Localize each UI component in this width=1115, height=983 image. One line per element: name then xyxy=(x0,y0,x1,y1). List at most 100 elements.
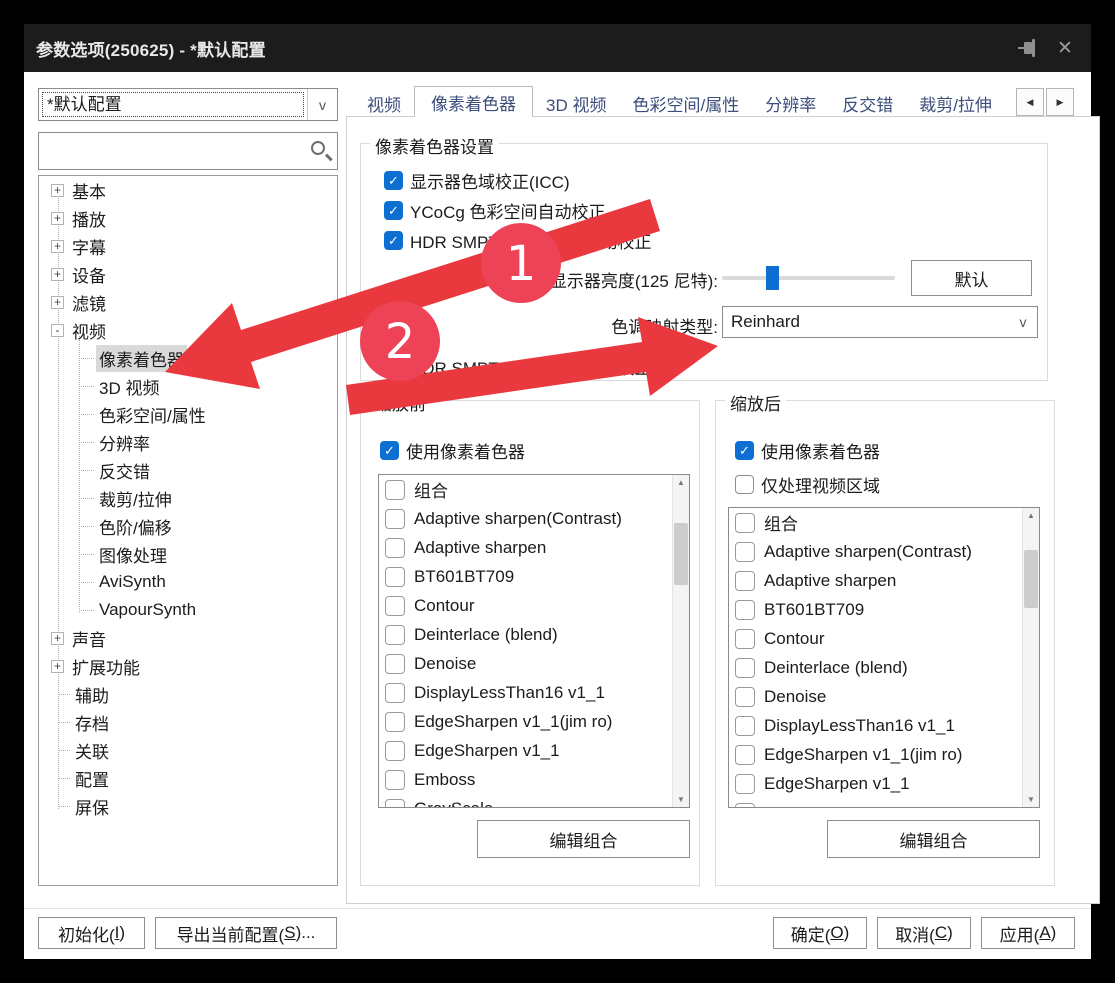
expand-icon[interactable]: + xyxy=(51,240,64,253)
tree-item-分辨率[interactable]: 分辨率 xyxy=(39,428,337,456)
edit-combination-button[interactable]: 编辑组合 xyxy=(827,820,1040,858)
shader-list-item[interactable]: BT601BT709 xyxy=(729,595,1039,624)
checkbox[interactable] xyxy=(385,625,405,645)
scroll-up-icon[interactable]: ▲ xyxy=(673,478,689,487)
tab-裁剪/拉伸[interactable]: 裁剪/拉伸 xyxy=(906,89,1005,117)
edit-combination-button[interactable]: 编辑组合 xyxy=(477,820,690,858)
shader-list-item[interactable]: DisplayLessThan16 v1_1 xyxy=(379,678,689,707)
checkbox[interactable] xyxy=(385,654,405,674)
checkbox[interactable] xyxy=(735,542,755,562)
checkbox[interactable] xyxy=(385,770,405,790)
确定-button[interactable]: 确定(O) xyxy=(773,917,867,949)
search-input[interactable] xyxy=(43,137,303,165)
shader-list-item[interactable]: Contour xyxy=(729,624,1039,653)
shader-list-item[interactable]: Denoise xyxy=(729,682,1039,711)
tab-视频[interactable]: 视频 xyxy=(354,89,414,117)
checkbox[interactable] xyxy=(384,171,403,190)
shader-list-item[interactable]: Deinterlace (blend) xyxy=(379,620,689,649)
tree-item-AviSynth[interactable]: AviSynth xyxy=(39,568,337,596)
tree-item-设备[interactable]: +设备 xyxy=(39,260,337,288)
close-icon[interactable]: ✕ xyxy=(1048,24,1082,72)
expand-icon[interactable]: + xyxy=(51,660,64,673)
scrollbar-thumb[interactable] xyxy=(674,523,688,585)
pin-icon[interactable] xyxy=(1010,24,1044,72)
tree-item-扩展功能[interactable]: +扩展功能 xyxy=(39,652,337,680)
shader-list-item[interactable]: 组合 xyxy=(729,508,1039,537)
checkbox[interactable] xyxy=(735,658,755,678)
collapse-icon[interactable]: - xyxy=(51,324,64,337)
tree-item-播放[interactable]: +播放 xyxy=(39,204,337,232)
scroll-up-icon[interactable]: ▲ xyxy=(1023,511,1039,520)
checkbox[interactable] xyxy=(384,357,403,376)
checkbox[interactable] xyxy=(735,745,755,765)
expand-icon[interactable]: + xyxy=(51,184,64,197)
checkbox[interactable] xyxy=(385,712,405,732)
search-box[interactable] xyxy=(38,132,338,170)
tree-item-3D 视频[interactable]: 3D 视频 xyxy=(39,372,337,400)
checkbox[interactable] xyxy=(735,600,755,620)
checkbox[interactable] xyxy=(385,683,405,703)
scrollbar-thumb[interactable] xyxy=(1024,550,1038,608)
checkbox[interactable] xyxy=(385,799,405,809)
checkbox[interactable] xyxy=(385,567,405,587)
tab-像素着色器[interactable]: 像素着色器 xyxy=(414,86,533,117)
default-button[interactable]: 默认 xyxy=(911,260,1032,296)
tree-item-视频[interactable]: -视频 xyxy=(39,316,337,344)
tree-item-关联[interactable]: 关联 xyxy=(39,736,337,764)
shader-list-item[interactable]: Adaptive sharpen(Contrast) xyxy=(379,504,689,533)
checkbox[interactable] xyxy=(735,629,755,649)
tree-item-辅助[interactable]: 辅助 xyxy=(39,680,337,708)
shader-list-item[interactable]: Denoise xyxy=(379,649,689,678)
tree-item-图像处理[interactable]: 图像处理 xyxy=(39,540,337,568)
scroll-down-icon[interactable]: ▼ xyxy=(673,795,689,804)
scroll-down-icon[interactable]: ▼ xyxy=(1023,795,1039,804)
checkbox[interactable] xyxy=(385,596,405,616)
checkbox[interactable] xyxy=(380,441,399,460)
tab-色彩空间/属性[interactable]: 色彩空间/属性 xyxy=(619,89,752,117)
shader-list-item[interactable]: Adaptive sharpen(Contrast) xyxy=(729,537,1039,566)
shader-list-item[interactable]: EdgeSharpen v1_1 xyxy=(379,736,689,765)
slider-thumb[interactable] xyxy=(766,266,779,290)
checkbox[interactable] xyxy=(735,571,755,591)
tab-3D 视频[interactable]: 3D 视频 xyxy=(533,89,619,117)
checkbox[interactable] xyxy=(735,774,755,794)
tree-item-配置[interactable]: 配置 xyxy=(39,764,337,792)
tree-item-色彩空间/属性[interactable]: 色彩空间/属性 xyxy=(39,400,337,428)
shader-list-item[interactable]: EdgeSharpen v1_1(jim ro) xyxy=(379,707,689,736)
tree-item-字幕[interactable]: +字幕 xyxy=(39,232,337,260)
tone-mapping-select[interactable]: Reinhard v xyxy=(722,306,1038,338)
应用-button[interactable]: 应用(A) xyxy=(981,917,1075,949)
tab-分辨率[interactable]: 分辨率 xyxy=(752,89,829,117)
checkbox[interactable] xyxy=(735,687,755,707)
shader-list-item[interactable]: Adaptive sharpen xyxy=(379,533,689,562)
tab-反交错[interactable]: 反交错 xyxy=(829,89,906,117)
导出当前配置-button[interactable]: 导出当前配置(S)... xyxy=(155,917,337,949)
expand-icon[interactable]: + xyxy=(51,296,64,309)
checkbox[interactable] xyxy=(735,513,755,533)
checkbox[interactable] xyxy=(384,201,403,220)
tree-item-屏保[interactable]: 屏保 xyxy=(39,792,337,820)
expand-icon[interactable]: + xyxy=(51,212,64,225)
tree-item-基本[interactable]: +基本 xyxy=(39,176,337,204)
tree-item-色阶/偏移[interactable]: 色阶/偏移 xyxy=(39,512,337,540)
tab-scroll-right-icon[interactable]: ▶ xyxy=(1046,88,1074,116)
scrollbar[interactable]: ▲ ▼ xyxy=(1022,508,1039,807)
expand-icon[interactable]: + xyxy=(51,268,64,281)
checkbox[interactable] xyxy=(735,803,755,809)
checkbox[interactable] xyxy=(384,231,403,250)
checkbox[interactable] xyxy=(735,441,754,460)
shader-list-item[interactable]: GrayScale xyxy=(379,794,689,808)
tree-item-像素着色器[interactable]: 像素着色器 xyxy=(39,344,337,372)
tree-item-裁剪/拉伸[interactable]: 裁剪/拉伸 xyxy=(39,484,337,512)
tree-item-存档[interactable]: 存档 xyxy=(39,708,337,736)
shader-list-item[interactable]: DisplayLessThan16 v1_1 xyxy=(729,711,1039,740)
checkbox[interactable] xyxy=(735,716,755,736)
shader-list-item[interactable]: 组合 xyxy=(379,475,689,504)
shader-list-item[interactable]: EdgeSharpen v1_1(jim ro) xyxy=(729,740,1039,769)
scrollbar[interactable]: ▲ ▼ xyxy=(672,475,689,807)
shader-list-item[interactable]: Deinterlace (blend) xyxy=(729,653,1039,682)
tree-item-声音[interactable]: +声音 xyxy=(39,624,337,652)
shader-list-item[interactable]: Adaptive sharpen xyxy=(729,566,1039,595)
checkbox[interactable] xyxy=(385,480,405,500)
取消-button[interactable]: 取消(C) xyxy=(877,917,971,949)
